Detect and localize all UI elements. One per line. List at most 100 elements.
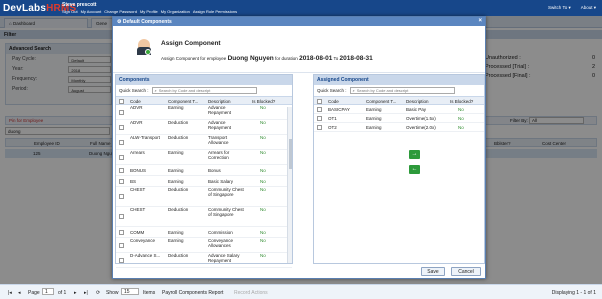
- assigned-title: Assigned Component: [314, 75, 484, 85]
- about-menu[interactable]: About ▾: [581, 5, 596, 11]
- row-checkbox[interactable]: [119, 139, 124, 145]
- row-checkbox[interactable]: [317, 106, 322, 112]
- table-row[interactable]: CHEST Deduction Community Chest of Singapo…: [116, 187, 292, 207]
- switch-to-menu[interactable]: Switch To ▾: [548, 5, 571, 11]
- row-checkbox[interactable]: [119, 229, 124, 235]
- row-checkbox[interactable]: [119, 154, 124, 160]
- dialog-heading: Assign Component: [161, 40, 221, 47]
- cell-blocked: No: [260, 207, 266, 212]
- row-checkbox[interactable]: [119, 214, 124, 219]
- record-actions-button[interactable]: Record Actions: [234, 290, 268, 296]
- table-row[interactable]: OT2 Earning Overtime(2.0x) No: [314, 123, 484, 132]
- assigned-component-panel: Assigned Component Quick Search : ⌕ Searc…: [313, 74, 485, 264]
- cell-code: OT1: [328, 115, 337, 121]
- cell-code: CHEST: [130, 207, 146, 212]
- page-size-select[interactable]: 15: [121, 288, 139, 295]
- cell-desc: Transport Allowance: [208, 135, 229, 145]
- row-checkbox[interactable]: [317, 124, 322, 130]
- cell-desc: Advance Repayment: [208, 120, 232, 130]
- cell-desc: Overtime(1.5x): [406, 115, 436, 121]
- cell-type: Earning: [366, 106, 382, 112]
- cell-blocked: No: [260, 135, 266, 140]
- cell-desc: Arrears for Correction: [208, 150, 230, 160]
- app-header: DevLabsHRMS Steve prescott Sign Out My A…: [0, 0, 602, 16]
- header-links: Sign Out My Account Change Password My P…: [62, 9, 237, 14]
- period-to: 2018-08-31: [339, 55, 373, 62]
- table-row[interactable]: OT1 Earning Overtime(1.5x) No: [314, 114, 484, 123]
- table-row[interactable]: CHEST Deduction Community Chest of Singapo…: [116, 207, 292, 227]
- table-row[interactable]: COMM Earning Commission No: [116, 227, 292, 238]
- dialog-header: Assign Component Assign Component for em…: [113, 26, 485, 73]
- page-number-input[interactable]: 1: [42, 288, 54, 295]
- my-account-link[interactable]: My Account: [81, 9, 102, 14]
- table-row[interactable]: ADVR Deduction Advance Repayment No: [116, 120, 292, 135]
- table-row[interactable]: Arrears Earning Arrears for Correction No: [116, 150, 292, 165]
- cell-type: Earning: [168, 238, 184, 243]
- cell-blocked: No: [458, 106, 464, 112]
- row-checkbox[interactable]: [119, 242, 124, 248]
- payroll-components-report-button[interactable]: Payroll Components Report: [162, 290, 223, 296]
- cell-blocked: No: [260, 150, 266, 155]
- last-page-button[interactable]: ▸|: [84, 290, 88, 296]
- assigned-search-input[interactable]: ⌕ Search by Code and descript: [349, 87, 455, 94]
- cell-type: Earning: [168, 229, 184, 235]
- my-organization-link[interactable]: My Organization: [161, 9, 190, 14]
- cell-type: Earning: [168, 150, 184, 155]
- cell-desc: Basic Pay: [406, 106, 427, 112]
- cell-blocked: No: [260, 105, 266, 110]
- dialog-title-bar: ⚙ Default Components ×: [113, 17, 485, 26]
- my-profile-link[interactable]: My Profile: [140, 9, 158, 14]
- add-badge-icon: [145, 49, 151, 55]
- cell-blocked: No: [260, 229, 266, 235]
- row-checkbox[interactable]: [119, 124, 124, 130]
- next-page-button[interactable]: ▸: [74, 290, 77, 296]
- displaying-count: Displaying 1 - 1 of 1: [551, 290, 596, 296]
- cell-desc: Commission: [208, 229, 233, 235]
- row-checkbox[interactable]: [119, 109, 124, 115]
- save-button[interactable]: Save: [421, 267, 445, 276]
- cell-type: Earning: [168, 167, 184, 173]
- cell-type: Earning: [168, 178, 184, 184]
- table-row[interactable]: ALW-Transport Deduction Transport Allowanc…: [116, 135, 292, 150]
- close-icon[interactable]: ×: [478, 18, 482, 24]
- cell-blocked: No: [260, 167, 266, 173]
- scroll-thumb[interactable]: [289, 139, 292, 169]
- cell-type: Deduction: [168, 187, 189, 192]
- cell-code: Arrears: [130, 150, 145, 155]
- table-row[interactable]: BS Earning Basic Salary No: [116, 176, 292, 187]
- first-page-button[interactable]: |◂: [8, 290, 12, 296]
- cell-desc: Community Chest of Singapore: [208, 187, 244, 197]
- table-row[interactable]: Conveyance Earning Conveyance Allowances No: [116, 238, 292, 253]
- cell-blocked: No: [260, 253, 266, 258]
- cell-desc: Overtime(2.0x): [406, 124, 436, 130]
- cancel-button[interactable]: Cancel: [451, 267, 481, 276]
- table-row[interactable]: BASICPAY Earning Basic Pay No: [314, 105, 484, 114]
- cell-type: Deduction: [168, 135, 189, 140]
- table-row[interactable]: D-Advance S... Deduction Advance Salary Re…: [116, 253, 292, 268]
- dialog-subtitle: Assign Component for employee Duong Nguy…: [161, 55, 373, 62]
- select-all-checkbox[interactable]: [119, 99, 124, 104]
- cell-code: ADVR: [130, 105, 143, 110]
- cell-code: OT2: [328, 124, 337, 130]
- prev-page-button[interactable]: ◂: [18, 290, 21, 296]
- table-row[interactable]: BONUS Earning Bonus No: [116, 165, 292, 176]
- components-header: Code Component T... Description Is Block…: [116, 96, 292, 105]
- sign-out-link[interactable]: Sign Out: [62, 9, 78, 14]
- cell-type: Earning: [366, 124, 382, 130]
- cell-code: Conveyance: [130, 238, 156, 243]
- select-all-checkbox[interactable]: [317, 99, 322, 104]
- cell-code: COMM: [130, 229, 145, 235]
- assign-role-permissions-link[interactable]: Assign Role Permissions: [193, 9, 237, 14]
- row-checkbox[interactable]: [119, 257, 124, 263]
- change-password-link[interactable]: Change Password: [104, 9, 137, 14]
- components-scrollbar[interactable]: [287, 107, 292, 263]
- row-checkbox[interactable]: [317, 115, 322, 121]
- cell-type: Earning: [366, 115, 382, 121]
- row-checkbox[interactable]: [119, 167, 124, 173]
- components-search-input[interactable]: ⌕ Search by Code and descript: [151, 87, 257, 94]
- cell-desc: Advance Repayment: [208, 105, 232, 115]
- table-row[interactable]: ADVR Earning Advance Repayment No: [116, 105, 292, 120]
- row-checkbox[interactable]: [119, 178, 124, 184]
- refresh-icon[interactable]: ⟳: [96, 290, 100, 296]
- row-checkbox[interactable]: [119, 194, 124, 199]
